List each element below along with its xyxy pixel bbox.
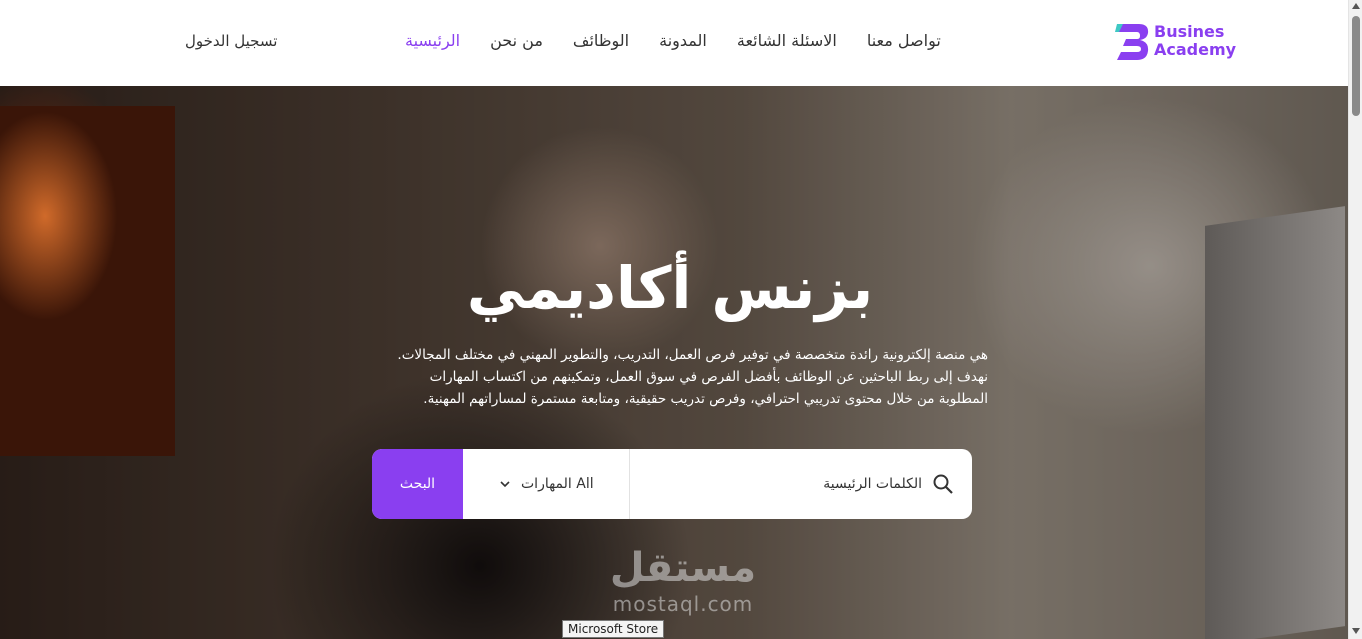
hero-description-line: نهدف إلى ربط الباحثين عن الوظائف بأفضل ا… xyxy=(429,369,988,385)
search-button[interactable]: البحث xyxy=(372,449,463,519)
nav-item-home[interactable]: الرئيسية xyxy=(405,31,460,50)
hero-description-line: المطلوبة من خلال محتوى تدريبي احترافي، و… xyxy=(423,391,988,407)
watermark-latin: mostaql.com xyxy=(612,592,754,616)
hero-section: بزنس أكاديمي هي منصة إلكترونية رائدة متخ… xyxy=(0,86,1348,639)
watermark: مستقل mostaql.com xyxy=(598,544,768,624)
search-icon xyxy=(933,474,953,494)
logo-line-1: Busines xyxy=(1154,22,1225,41)
login-link[interactable]: تسجيل الدخول xyxy=(185,32,277,50)
logo-line-2: Academy xyxy=(1154,40,1237,59)
keyword-input[interactable] xyxy=(682,476,922,492)
watermark-arabic: مستقل xyxy=(609,545,757,591)
nav-item-about[interactable]: من نحن xyxy=(490,31,543,50)
keyword-field xyxy=(630,449,972,519)
nav-item-contact[interactable]: تواصل معنا xyxy=(867,31,941,50)
hero-content: بزنس أكاديمي هي منصة إلكترونية رائدة متخ… xyxy=(0,86,1348,639)
site-logo[interactable]: Busines Academy xyxy=(1115,22,1250,62)
logo-text: Busines Academy xyxy=(1154,23,1236,59)
nav-item-blog[interactable]: المدونة xyxy=(659,31,707,50)
skills-select-value: All المهارات xyxy=(521,476,594,492)
hero-title: بزنس أكاديمي xyxy=(466,254,874,322)
main-nav: الرئيسية من نحن الوظائف المدونة الاسئلة … xyxy=(405,31,995,50)
tooltip: Microsoft Store xyxy=(562,620,665,638)
b-logo-icon xyxy=(1115,24,1149,60)
scroll-down-arrow-icon[interactable] xyxy=(1352,628,1360,634)
nav-item-faq[interactable]: الاسئلة الشائعة xyxy=(737,31,837,50)
nav-item-jobs[interactable]: الوظائف xyxy=(573,31,629,50)
hero-description-line: هي منصة إلكترونية رائدة متخصصة في توفير … xyxy=(397,347,988,363)
site-header: تسجيل الدخول الرئيسية من نحن الوظائف الم… xyxy=(0,0,1348,86)
hero-description: هي منصة إلكترونية رائدة متخصصة في توفير … xyxy=(358,344,988,410)
search-bar: البحث All المهارات xyxy=(372,449,972,519)
chevron-down-icon xyxy=(500,481,510,488)
scroll-up-arrow-icon[interactable] xyxy=(1352,3,1360,9)
scrollbar[interactable] xyxy=(1348,0,1362,639)
skills-select[interactable]: All المهارات xyxy=(463,449,630,519)
scroll-thumb[interactable] xyxy=(1352,16,1360,116)
